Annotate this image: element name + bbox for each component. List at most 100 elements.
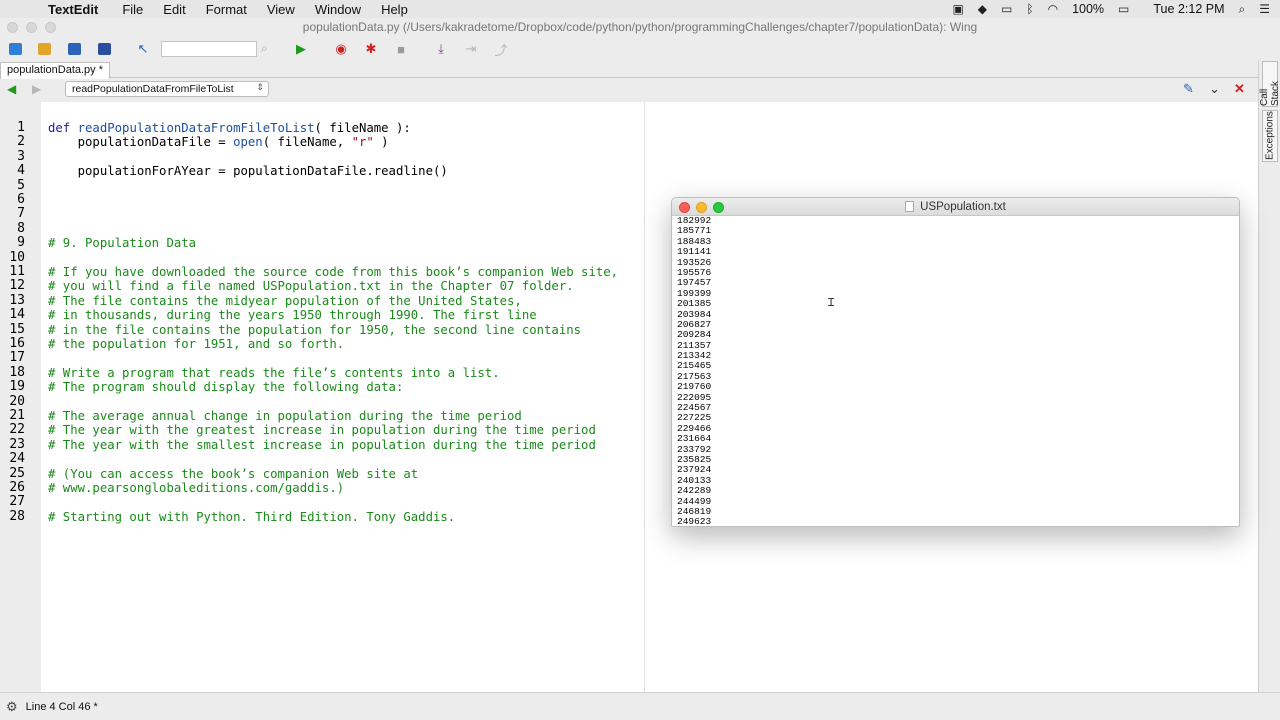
- window-title: populationData.py (/Users/kakradetome/Dr…: [302, 20, 978, 34]
- menu-file[interactable]: File: [122, 2, 143, 17]
- notification-center-icon[interactable]: ☰: [1259, 2, 1270, 16]
- code-token: # www.pearsonglobaleditions.com/gaddis.): [48, 481, 345, 495]
- run-icon[interactable]: ▶: [292, 41, 310, 57]
- status-position: Line 4 Col 46 *: [25, 700, 98, 713]
- code-line[interactable]: # The program should display the followi…: [48, 380, 403, 394]
- save-all-icon[interactable]: [95, 41, 113, 57]
- code-line[interactable]: # Write a program that reads the file’s …: [48, 366, 500, 380]
- menu-edit[interactable]: Edit: [163, 2, 185, 17]
- menu-extras: ▣ ◆ ▭ ᛒ ◠ 100% ▭ Tue 2:12 PM ⌕ ☰: [952, 0, 1270, 18]
- menu-view[interactable]: View: [267, 2, 295, 17]
- bluetooth-icon[interactable]: ᛒ: [1026, 2, 1033, 16]
- line-number: 15: [9, 321, 25, 337]
- pointer-icon[interactable]: ↖: [134, 41, 152, 57]
- code-line[interactable]: # If you have downloaded the source code…: [48, 265, 618, 279]
- textedit-window-controls: [679, 202, 724, 213]
- code-token: # in thousands, during the years 1950 th…: [48, 308, 537, 323]
- code-line[interactable]: # The file contains the midyear populati…: [48, 294, 522, 308]
- textedit-close-button[interactable]: [679, 202, 690, 213]
- tab-populationdata[interactable]: populationData.py *: [0, 62, 111, 79]
- search-icon[interactable]: ⌕: [261, 41, 268, 56]
- new-file-icon[interactable]: [6, 41, 24, 57]
- code-line[interactable]: # the population for 1951, and so forth.: [48, 337, 344, 351]
- code-line[interactable]: # in the file contains the population fo…: [48, 323, 581, 337]
- dropbox-icon[interactable]: ◆: [978, 2, 987, 16]
- textedit-titlebar: USPopulation.txt: [672, 198, 1239, 216]
- line-number: 20: [9, 393, 25, 409]
- menu-window[interactable]: Window: [315, 2, 361, 17]
- line-number: 5: [17, 177, 25, 193]
- population-value-line: 213342: [677, 350, 712, 362]
- camera-icon[interactable]: ▣: [952, 2, 963, 16]
- code-line[interactable]: populationForAYear = populationDataFile.…: [48, 164, 448, 178]
- code-token: # Starting out with Python. Third Editio…: [48, 509, 456, 524]
- close-window-button[interactable]: [7, 22, 18, 33]
- code-line[interactable]: # (You can access the book’s companion W…: [48, 467, 418, 481]
- function-selector[interactable]: readPopulationDataFromFileToList ⇕: [65, 81, 269, 97]
- zoom-window-button[interactable]: [45, 22, 56, 33]
- clock[interactable]: Tue 2:12 PM: [1153, 2, 1224, 16]
- toolbar-search-input[interactable]: [161, 41, 257, 57]
- line-number: 6: [17, 192, 25, 207]
- text-cursor-icon: Ɪ: [828, 297, 835, 309]
- open-folder-icon[interactable]: [35, 41, 53, 57]
- tab-call-stack[interactable]: Call Stack: [1259, 61, 1280, 107]
- population-value-line: 185771: [677, 225, 712, 237]
- code-token: "r": [351, 135, 374, 150]
- code-line[interactable]: # The year with the greatest increase in…: [48, 423, 596, 437]
- pin-icon[interactable]: ✎: [1183, 81, 1194, 97]
- airplay-icon[interactable]: ▭: [1001, 2, 1012, 16]
- code-token: # (You can access the book’s companion W…: [48, 466, 419, 481]
- save-icon[interactable]: [65, 41, 83, 57]
- code-line[interactable]: # you will find a file named USPopulatio…: [48, 279, 574, 293]
- menu-help[interactable]: Help: [381, 2, 408, 17]
- textedit-zoom-button[interactable]: [713, 202, 724, 213]
- textedit-content[interactable]: 182992 185771 188483 191141 193526 195576 1974…: [677, 215, 1237, 526]
- code-line[interactable]: # The year with the smallest increase in…: [48, 438, 596, 452]
- code-token: populationDataFile =: [48, 135, 234, 150]
- code-line[interactable]: # www.pearsonglobaleditions.com/gaddis.): [48, 481, 344, 495]
- line-number-gutter: 1 2 3 4 5 6 7 8 9 10 11 12 13 14 15 16 17 18 19 20 21 22 23 24 2…: [0, 102, 41, 706]
- chevron-down-icon[interactable]: ⌄: [1209, 81, 1220, 97]
- forward-arrow-icon[interactable]: ▶: [32, 82, 41, 96]
- population-value-line: 195576: [677, 266, 712, 278]
- gear-icon[interactable]: ⚙: [6, 699, 18, 715]
- battery-icon[interactable]: ▭: [1118, 2, 1129, 16]
- bug-icon[interactable]: ✱: [362, 41, 380, 57]
- textedit-title: USPopulation.txt: [920, 200, 1006, 213]
- population-value-line: 191141: [677, 246, 712, 258]
- code-token: ( fileName ):: [314, 121, 411, 135]
- spotlight-search-icon[interactable]: ⌕: [1239, 2, 1246, 17]
- wifi-icon[interactable]: ◠: [1048, 2, 1058, 16]
- back-arrow-icon[interactable]: ◀: [7, 82, 16, 96]
- code-token: ( fileName,: [262, 135, 352, 150]
- close-icon[interactable]: ✕: [1234, 81, 1245, 97]
- debug-breakpoint-icon[interactable]: ◉: [332, 41, 350, 57]
- textedit-minimize-button[interactable]: [696, 202, 707, 213]
- code-line[interactable]: populationDataFile = open( fileName, "r"…: [48, 135, 389, 149]
- code-token: # you will find a file named USPopulatio…: [48, 279, 574, 294]
- code-token: open: [233, 135, 263, 150]
- code-line[interactable]: # 9. Population Data: [48, 236, 196, 250]
- population-value-line: 240133: [677, 474, 712, 486]
- population-value-line: 217563: [677, 370, 712, 382]
- code-line[interactable]: # Starting out with Python. Third Editio…: [48, 510, 455, 524]
- population-value-line: 209284: [677, 329, 712, 341]
- line-number: 26: [9, 480, 25, 495]
- stop-icon[interactable]: ■: [392, 41, 410, 57]
- line-number: 14: [9, 307, 25, 323]
- document-icon: [905, 201, 915, 212]
- code-line[interactable]: # The average annual change in populatio…: [48, 409, 522, 423]
- step-over-icon[interactable]: ⇥: [462, 41, 480, 57]
- step-into-icon[interactable]: ⤓: [432, 41, 450, 57]
- code-line[interactable]: # in thousands, during the years 1950 th…: [48, 308, 537, 322]
- code-line[interactable]: def readPopulationDataFromFileToList( fi…: [48, 121, 411, 135]
- menu-app-name[interactable]: TextEdit: [48, 2, 98, 17]
- population-value-line: 244499: [677, 495, 712, 507]
- population-value-line: 211357: [677, 339, 712, 351]
- step-out-icon[interactable]: ⤴: [492, 41, 510, 58]
- menu-format[interactable]: Format: [206, 2, 247, 17]
- textedit-window[interactable]: USPopulation.txt 182992 185771 188483 19114…: [671, 197, 1240, 527]
- minimize-window-button[interactable]: [26, 22, 37, 33]
- tab-exceptions[interactable]: Exceptions: [1262, 110, 1278, 162]
